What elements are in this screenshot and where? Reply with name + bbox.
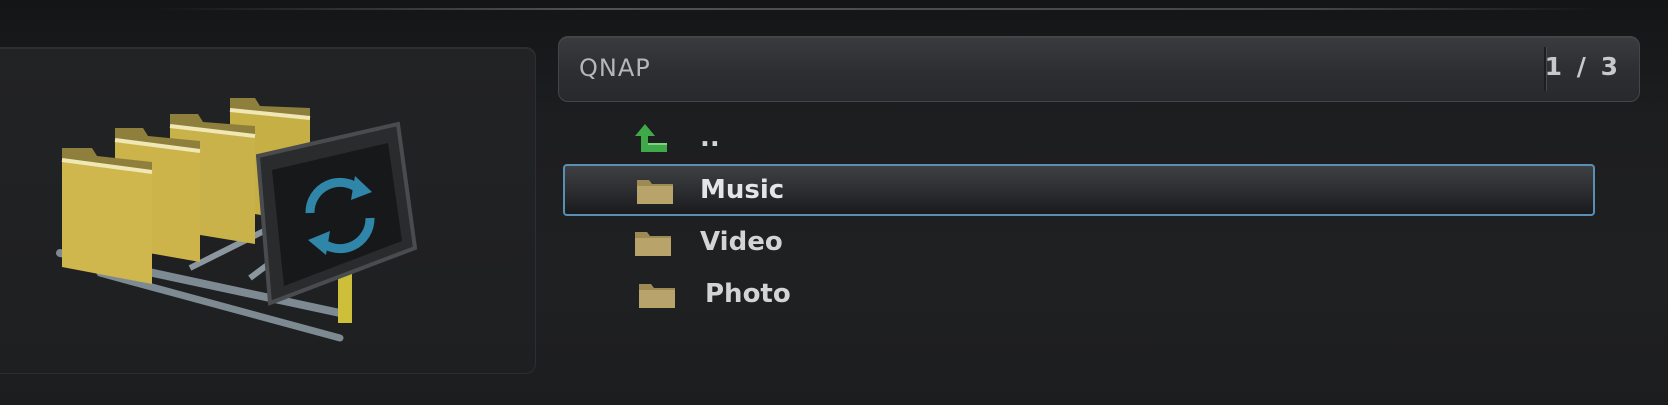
- media-browser-screen: QNAP 1 / 3 .. Music Video Photo: [0, 0, 1668, 405]
- list-item-parent-directory[interactable]: ..: [565, 112, 1595, 164]
- list-item-photo[interactable]: Photo: [565, 268, 1595, 320]
- list-item-video[interactable]: Video: [565, 216, 1595, 268]
- folder-icon: [637, 180, 673, 204]
- folder-icon: [639, 284, 675, 308]
- folder-icon: [635, 232, 671, 256]
- list-item-label: ..: [700, 123, 720, 153]
- list-item-label: Music: [700, 175, 785, 205]
- top-divider: [150, 8, 1600, 10]
- current-path-title: QNAP: [579, 54, 651, 82]
- network-folders-sync-illustration: [56, 98, 418, 342]
- page-indicator: 1 / 3: [1544, 52, 1621, 81]
- path-header-bar: QNAP 1 / 3: [558, 36, 1640, 102]
- artwork-panel: [0, 47, 536, 374]
- list-item-label: Video: [700, 227, 783, 257]
- file-list: .. Music Video Photo: [563, 112, 1595, 320]
- list-item-music[interactable]: Music: [563, 164, 1595, 216]
- up-arrow-icon: [635, 124, 667, 152]
- list-item-label: Photo: [705, 279, 791, 309]
